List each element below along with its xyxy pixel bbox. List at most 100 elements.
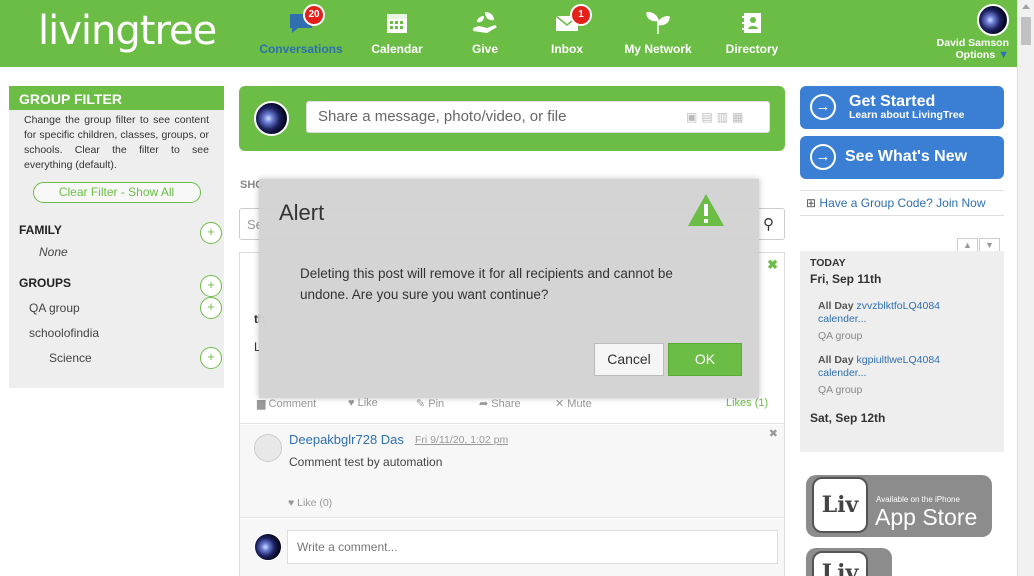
post-close-icon[interactable]: ✖ <box>767 257 778 273</box>
page: livingtree Conversations 20 Calendar Giv… <box>0 0 1034 576</box>
calendar-widget: TODAY Fri, Sep 11th All Day zvvzblktfoLQ… <box>800 251 1004 452</box>
hand-leaf-icon <box>473 12 497 33</box>
scrollbar-thumb[interactable] <box>1021 17 1031 45</box>
event-subtitle[interactable]: calender... <box>818 313 866 325</box>
chevron-down-icon: ▼ <box>998 49 1009 61</box>
conversations-badge: 20 <box>303 4 325 26</box>
comment-like-button[interactable]: ♥ Like (0) <box>288 497 332 509</box>
livingtree-logo[interactable]: livingtree <box>38 8 217 54</box>
alert-dialog: Alert Deleting this post will remove it … <box>259 179 759 398</box>
pin-icon: ✎ <box>416 398 426 410</box>
family-none: None <box>39 245 68 259</box>
comment-item: Deepakbglr728 Das Fri 9/11/20, 1:02 pm C… <box>240 425 784 518</box>
inbox-badge: 1 <box>570 4 592 26</box>
group-filter-description: Change the group filter to see content f… <box>24 114 209 171</box>
calendar-event[interactable]: All Day kgpiultlweLQ4084 calender... QA … <box>818 354 940 397</box>
warning-triangle-icon <box>688 194 724 226</box>
org-chart-icon: ⊞ <box>806 196 817 210</box>
user-name: David Samson <box>936 37 1009 49</box>
event-title[interactable]: zvvzblktfoLQ4084 <box>857 300 940 312</box>
event-time: All Day <box>818 354 854 366</box>
get-started-button[interactable]: → Get Started Learn about LivingTree <box>800 86 1004 129</box>
liv-app-logo: Liv <box>812 551 868 576</box>
cancel-button[interactable]: Cancel <box>594 343 664 376</box>
ok-button[interactable]: OK <box>668 343 742 376</box>
document-icon[interactable]: ▦ <box>732 110 747 124</box>
nav-directory[interactable]: Directory <box>707 8 797 56</box>
camera-icon[interactable]: ▣ <box>686 110 701 124</box>
file-icon[interactable]: ▥ <box>717 110 732 124</box>
share-action[interactable]: ➦ Share <box>479 397 521 410</box>
nav-give[interactable]: Give <box>440 8 530 56</box>
write-comment-input[interactable]: Write a comment... <box>287 530 778 564</box>
search-icon[interactable]: ⚲ <box>763 215 774 233</box>
address-book-icon <box>742 13 761 33</box>
event-group: QA group <box>818 384 863 396</box>
pin-action-label: Pin <box>428 398 445 410</box>
attachment-icons: ▣▤▥▦ <box>686 110 775 124</box>
calendar-day-2: Sat, Sep 12th <box>810 411 886 425</box>
comment-author[interactable]: Deepakbglr728 Das <box>289 432 404 447</box>
app-store-badge[interactable]: Liv Available on the iPhone App Store <box>806 475 992 537</box>
comment-input-avatar <box>254 533 282 561</box>
user-menu[interactable]: David Samson Options ▼ <box>937 4 1009 61</box>
whats-new-title: See What's New <box>845 148 968 165</box>
nav-inbox-label: Inbox <box>551 42 583 56</box>
user-avatar[interactable] <box>977 4 1009 36</box>
second-app-badge[interactable]: Liv <box>806 548 892 576</box>
share-arrow-icon: ➦ <box>479 398 489 410</box>
alert-title: Alert <box>279 200 325 225</box>
group-code-label: Have a Group Code? Join Now <box>819 196 986 210</box>
add-qa-group-button[interactable]: + <box>200 297 222 319</box>
group-item-qa-group[interactable]: QA group <box>29 301 80 315</box>
comment-action[interactable]: ▆ Comment <box>257 397 316 410</box>
share-avatar <box>254 101 289 136</box>
group-code-link[interactable]: ⊞ Have a Group Code? Join Now <box>800 190 1004 216</box>
likes-count-link[interactable]: Likes (1) <box>726 397 768 409</box>
comment-like-label: Like (0) <box>297 497 333 509</box>
nav-inbox[interactable]: Inbox 1 <box>522 4 612 56</box>
commenter-avatar <box>254 434 282 462</box>
comment-delete-icon[interactable]: ✖ <box>769 427 778 440</box>
nav-calendar[interactable]: Calendar <box>352 8 442 56</box>
comment-action-label: Comment <box>268 398 317 410</box>
add-group-button[interactable]: + <box>200 275 222 297</box>
mute-icon: ✕ <box>555 398 565 410</box>
clear-filter-button[interactable]: Clear Filter - Show All <box>32 182 201 203</box>
groups-heading: GROUPS <box>19 276 72 290</box>
event-group: QA group <box>818 330 863 342</box>
arrow-right-circle-icon: → <box>810 94 836 120</box>
scroll-up-arrow-icon[interactable] <box>1022 4 1030 9</box>
nav-conversations[interactable]: Conversations 20 <box>256 4 346 56</box>
add-science-button[interactable]: + <box>200 347 222 369</box>
calendar-event[interactable]: All Day zvvzblktfoLQ4084 calender... QA … <box>818 300 940 343</box>
whats-new-button[interactable]: → See What's New <box>800 136 1004 179</box>
event-subtitle[interactable]: calender... <box>818 367 866 379</box>
leaf-network-icon <box>646 12 670 34</box>
pin-action[interactable]: ✎ Pin <box>416 397 444 410</box>
mute-action-label: Mute <box>567 398 592 410</box>
app-store-small-text: Available on the iPhone <box>876 495 960 504</box>
page-scrollbar[interactable] <box>1017 0 1034 576</box>
video-icon[interactable]: ▤ <box>701 110 716 124</box>
share-box: Share a message, photo/video, or file ▣▤… <box>239 86 785 151</box>
event-title[interactable]: kgpiultlweLQ4084 <box>857 354 940 366</box>
options-dropdown[interactable]: Options ▼ <box>937 49 1009 61</box>
nav-calendar-label: Calendar <box>371 42 423 56</box>
mute-action[interactable]: ✕ Mute <box>555 397 592 410</box>
liv-app-logo: Liv <box>812 477 868 533</box>
nav-directory-label: Directory <box>725 42 779 56</box>
top-navigation-bar: livingtree Conversations 20 Calendar Giv… <box>0 0 1017 67</box>
group-item-schoolofindia[interactable]: schoolofindia <box>29 326 99 340</box>
today-label: TODAY <box>810 257 846 269</box>
add-family-button[interactable]: + <box>200 222 222 244</box>
like-action[interactable]: ♥ Like <box>348 397 378 409</box>
share-action-label: Share <box>491 398 521 410</box>
like-action-label: Like <box>357 397 378 409</box>
group-item-science[interactable]: Science <box>49 351 92 365</box>
comment-timestamp[interactable]: Fri 9/11/20, 1:02 pm <box>415 434 508 446</box>
nav-my-network[interactable]: My Network <box>613 8 703 56</box>
options-label: Options <box>955 49 996 61</box>
nav-conversations-label: Conversations <box>259 42 343 56</box>
alert-message: Deleting this post will remove it for al… <box>300 266 673 302</box>
